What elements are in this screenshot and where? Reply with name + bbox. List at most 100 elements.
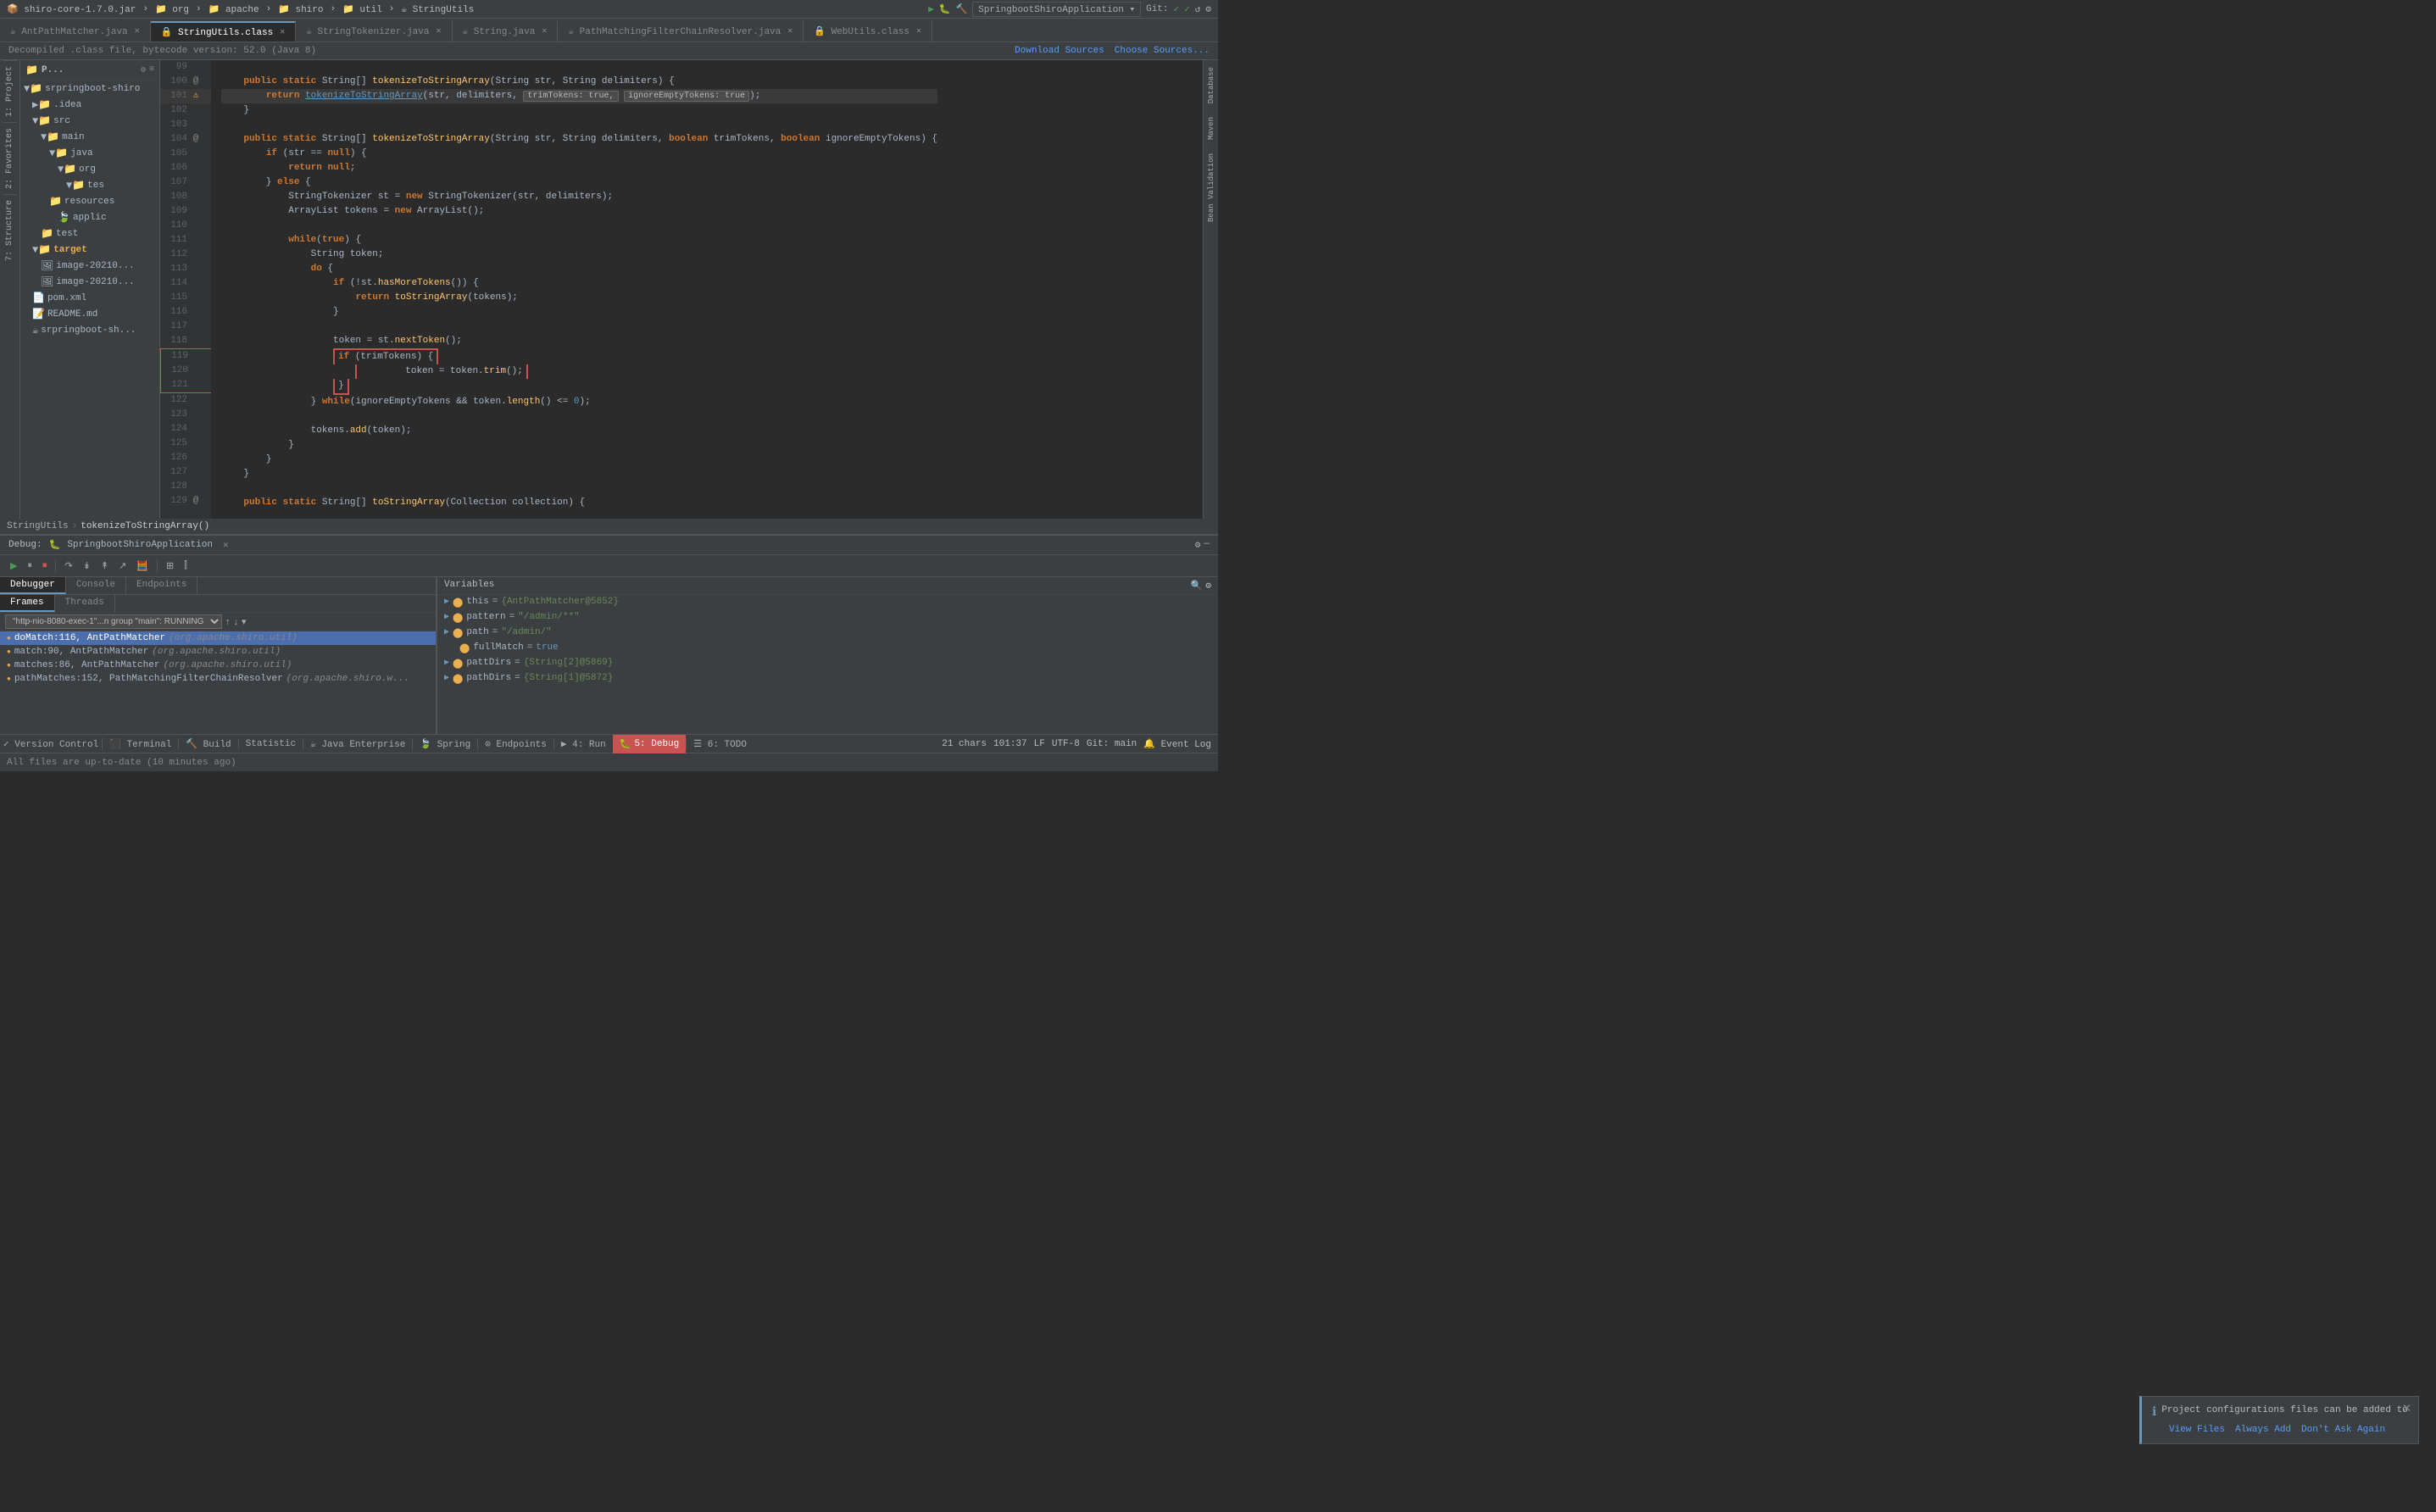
settings-icon[interactable]: ⚙ bbox=[1205, 3, 1211, 15]
vtab-structure[interactable]: 7: Structure bbox=[3, 194, 17, 266]
tab-pathmatchingfilter-close[interactable]: ✕ bbox=[787, 26, 793, 36]
debug-status-tab[interactable]: 🐛 5: Debug bbox=[613, 735, 687, 753]
debug-step-into-btn[interactable]: ↡ bbox=[80, 559, 94, 573]
debug-grid-btn[interactable]: ⊞ bbox=[163, 559, 177, 573]
tree-srpringboot-shiro[interactable]: ▼📁 srpringboot-shiro bbox=[20, 81, 159, 97]
git-check2[interactable]: ✓ bbox=[1184, 3, 1190, 15]
tab-antpathmatcher[interactable]: ☕ AntPathMatcher.java ✕ bbox=[0, 21, 151, 42]
maven-tab[interactable]: Maven bbox=[1205, 110, 1217, 147]
version-control-icon[interactable]: ✓ Version Control bbox=[0, 737, 102, 752]
tree-pomxml[interactable]: 📄 pom.xml bbox=[20, 290, 159, 306]
thread-filter-btn[interactable]: ▾ bbox=[242, 616, 247, 627]
notif-view-files-link[interactable]: View Files bbox=[2169, 1425, 2225, 1435]
tree-target[interactable]: ▼📁 target bbox=[20, 242, 159, 258]
subtab-frames[interactable]: Frames bbox=[0, 595, 55, 612]
build-icon[interactable]: 🔨 bbox=[956, 3, 968, 15]
thread-select-dropdown[interactable]: "http-nio-8080-exec-1"...n group "main":… bbox=[5, 614, 222, 629]
tab-webutils[interactable]: 🔒 WebUtils.class ✕ bbox=[804, 21, 932, 42]
frame-2[interactable]: ● matches:86, AntPathMatcher (org.apache… bbox=[0, 659, 436, 672]
debug-icon[interactable]: 🐛 bbox=[939, 3, 951, 15]
notif-dont-ask-link[interactable]: Don't Ask Again bbox=[2301, 1425, 2385, 1435]
debug-split-btn[interactable]: ⫿ bbox=[181, 559, 191, 573]
debug-pause-btn[interactable]: ⏸ bbox=[24, 559, 36, 573]
tab-console[interactable]: Console bbox=[66, 577, 126, 594]
vtab-favorites[interactable]: 2: Favorites bbox=[3, 122, 17, 194]
git-refresh[interactable]: ↺ bbox=[1195, 3, 1201, 15]
tab-endpoints[interactable]: Endpoints bbox=[126, 577, 197, 594]
tree-readme[interactable]: 📝 README.md bbox=[20, 306, 159, 322]
endpoints-icon[interactable]: ⊙ Endpoints bbox=[477, 738, 553, 750]
statistic-icon[interactable]: Statistic bbox=[238, 739, 303, 749]
project-tree-gear[interactable]: ⚙ bbox=[141, 65, 146, 75]
app-dropdown[interactable]: SpringbootShiroApplication ▾ bbox=[972, 2, 1141, 17]
vtab-project[interactable]: 1: Project bbox=[3, 60, 17, 122]
tab-pathmatchingfilter[interactable]: ☕ PathMatchingFilterChainResolver.java ✕ bbox=[558, 21, 804, 42]
var-fullmatch[interactable]: ⬤ fullMatch = true bbox=[437, 641, 1218, 656]
debug-evaluate-btn[interactable]: 🧮 bbox=[133, 559, 152, 573]
tree-srpring-jar[interactable]: ☕ srpringboot-sh... bbox=[20, 322, 159, 338]
tab-antpathmatcher-close[interactable]: ✕ bbox=[135, 26, 140, 36]
tree-idea[interactable]: ▶📁 .idea bbox=[20, 97, 159, 113]
tree-main[interactable]: ▼📁 main bbox=[20, 129, 159, 145]
subtab-threads[interactable]: Threads bbox=[55, 595, 115, 612]
var-this[interactable]: ▶ ⬤ this = {AntPathMatcher@5852} bbox=[437, 595, 1218, 610]
tab-debugger[interactable]: Debugger bbox=[0, 577, 66, 594]
build-icon[interactable]: 🔨 Build bbox=[178, 738, 237, 750]
debug-stop-btn[interactable]: ⏹ bbox=[39, 559, 51, 573]
var-settings-icon[interactable]: ⚙ bbox=[1205, 580, 1211, 592]
tree-org[interactable]: ▼📁 org bbox=[20, 161, 159, 177]
run-icon[interactable]: ▶ 4: Run bbox=[553, 738, 613, 750]
debug-resume-btn[interactable]: ▶ bbox=[7, 559, 20, 573]
tab-string[interactable]: ☕ String.java ✕ bbox=[453, 21, 559, 42]
var-search-icon[interactable]: 🔍 bbox=[1191, 580, 1203, 592]
var-pattern[interactable]: ▶ ⬤ pattern = "/admin/**" bbox=[437, 610, 1218, 625]
debug-step-out-btn[interactable]: ↟ bbox=[97, 559, 112, 573]
tab-webutils-close[interactable]: ✕ bbox=[916, 26, 921, 36]
tab-stringtokenizer[interactable]: ☕ StringTokenizer.java ✕ bbox=[296, 21, 452, 42]
notification-close-btn[interactable]: ✕ bbox=[2402, 1402, 2411, 1415]
project-tree-settings[interactable]: ≡ bbox=[149, 65, 154, 75]
tab-stringtokenizer-close[interactable]: ✕ bbox=[436, 26, 441, 36]
tree-test[interactable]: 📁 test bbox=[20, 225, 159, 242]
tree-image1[interactable]: 🖼 image-20210... bbox=[20, 258, 159, 274]
debug-run-cursor-btn[interactable]: ↗ bbox=[115, 559, 130, 573]
var-path-expand[interactable]: ▶ bbox=[444, 627, 449, 637]
var-pattern-expand[interactable]: ▶ bbox=[444, 612, 449, 622]
tab-string-close[interactable]: ✕ bbox=[542, 26, 547, 36]
frame-3[interactable]: ● pathMatches:152, PathMatchingFilterCha… bbox=[0, 672, 436, 686]
event-log-icon[interactable]: 🔔 Event Log bbox=[1143, 738, 1211, 750]
tree-src[interactable]: ▼📁 src bbox=[20, 113, 159, 129]
tree-tes[interactable]: ▼📁 tes bbox=[20, 177, 159, 193]
tree-resources[interactable]: 📁 resources bbox=[20, 193, 159, 209]
frame-1[interactable]: ● match:90, AntPathMatcher (org.apache.s… bbox=[0, 645, 436, 659]
status-encoding[interactable]: UTF-8 bbox=[1052, 739, 1080, 749]
choose-sources-link[interactable]: Choose Sources... bbox=[1115, 46, 1210, 56]
tab-stringutils[interactable]: 🔒 StringUtils.class ✕ bbox=[151, 21, 297, 42]
tree-image2[interactable]: 🖼 image-20210... bbox=[20, 274, 159, 290]
var-this-expand[interactable]: ▶ bbox=[444, 597, 449, 607]
debug-close[interactable]: ✕ bbox=[223, 539, 229, 551]
var-pattdirs[interactable]: ▶ ⬤ pattDirs = {String[2]@5869} bbox=[437, 656, 1218, 671]
bean-validation-tab[interactable]: Bean Validation bbox=[1205, 147, 1217, 229]
tree-applic[interactable]: 🍃 applic bbox=[20, 209, 159, 225]
thread-up-btn[interactable]: ↑ bbox=[225, 617, 231, 627]
database-tab[interactable]: Database bbox=[1205, 60, 1217, 110]
download-sources-link[interactable]: Download Sources bbox=[1015, 46, 1104, 56]
terminal-icon[interactable]: ⬛ Terminal bbox=[102, 738, 178, 750]
var-pathdirs-expand[interactable]: ▶ bbox=[444, 673, 449, 683]
spring-icon[interactable]: 🍃 Spring bbox=[412, 738, 477, 750]
notif-always-add-link[interactable]: Always Add bbox=[2235, 1425, 2291, 1435]
status-lf[interactable]: LF bbox=[1034, 739, 1045, 749]
status-git-branch[interactable]: Git: main bbox=[1087, 739, 1137, 749]
frame-0[interactable]: ● doMatch:116, AntPathMatcher (org.apach… bbox=[0, 631, 436, 645]
debug-settings-icon[interactable]: ⚙ bbox=[1195, 539, 1201, 551]
debug-step-over-btn[interactable]: ↷ bbox=[61, 559, 75, 573]
run-icon[interactable]: ▶ bbox=[928, 3, 934, 15]
git-check1[interactable]: ✓ bbox=[1174, 3, 1180, 15]
tree-java[interactable]: ▼📁 java bbox=[20, 145, 159, 161]
todo-icon[interactable]: ☰ 6: TODO bbox=[686, 738, 754, 750]
var-path[interactable]: ▶ ⬤ path = "/admin/" bbox=[437, 625, 1218, 641]
var-pathdirs[interactable]: ▶ ⬤ pathDirs = {String[1]@5872} bbox=[437, 671, 1218, 687]
debug-minimize-icon[interactable]: — bbox=[1204, 539, 1210, 551]
thread-down-btn[interactable]: ↓ bbox=[234, 617, 239, 627]
